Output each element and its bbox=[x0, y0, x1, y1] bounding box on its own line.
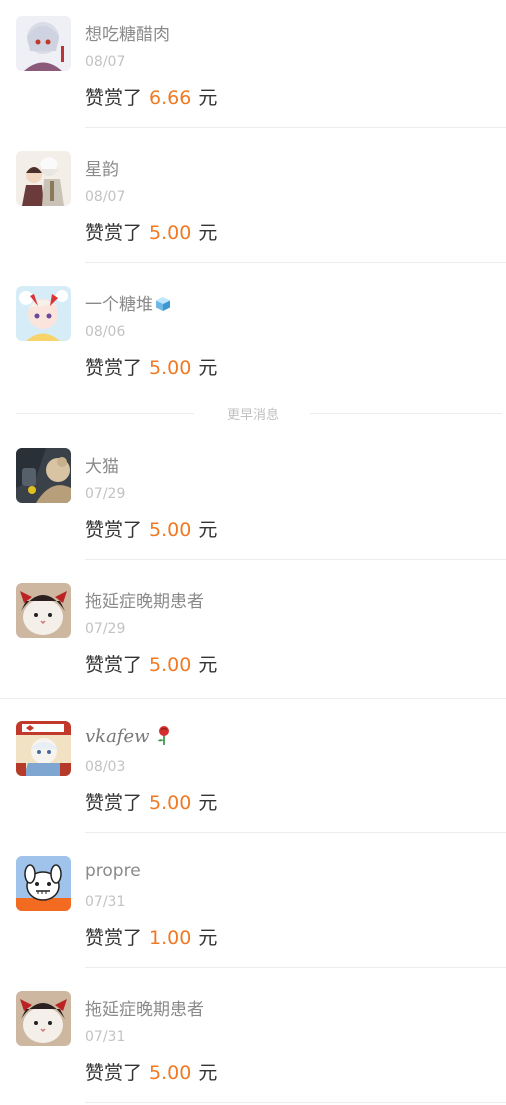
divider bbox=[85, 832, 506, 833]
reward-text: 赞赏了 5.00 元 bbox=[85, 353, 217, 380]
divider bbox=[85, 127, 506, 128]
user-avatar[interactable] bbox=[16, 286, 71, 341]
reward-amount: 5.00 bbox=[149, 654, 192, 676]
reward-text: 赞赏了 5.00 元 bbox=[85, 788, 217, 815]
separator-line-right bbox=[310, 413, 502, 414]
user-avatar[interactable] bbox=[16, 856, 71, 911]
ice-cube-emoji-icon bbox=[156, 297, 170, 311]
reward-text: 赞赏了 5.00 元 bbox=[85, 218, 217, 245]
reward-suffix: 元 bbox=[198, 87, 218, 109]
reward-date: 07/29 bbox=[85, 486, 126, 502]
user-name-text: 一个糖堆 bbox=[85, 295, 153, 315]
reward-prefix: 赞赏了 bbox=[85, 927, 143, 949]
earlier-messages-separator: 更早消息 bbox=[0, 402, 506, 424]
user-name-text: vkafew bbox=[85, 726, 150, 747]
user-avatar[interactable] bbox=[16, 721, 71, 776]
reward-prefix: 赞赏了 bbox=[85, 87, 143, 109]
user-name[interactable]: vkafew bbox=[85, 724, 173, 747]
reward-suffix: 元 bbox=[198, 654, 218, 676]
reward-text: 赞赏了 6.66 元 bbox=[85, 83, 217, 110]
reward-date: 07/31 bbox=[85, 894, 126, 910]
user-name[interactable]: 星韵 bbox=[85, 155, 119, 180]
reward-suffix: 元 bbox=[198, 222, 218, 244]
reward-text: 赞赏了 5.00 元 bbox=[85, 650, 217, 677]
reward-suffix: 元 bbox=[198, 357, 218, 379]
reward-prefix: 赞赏了 bbox=[85, 792, 143, 814]
divider bbox=[85, 1102, 506, 1103]
reward-amount: 5.00 bbox=[149, 792, 192, 814]
reward-date: 07/31 bbox=[85, 1029, 126, 1045]
reward-date: 08/07 bbox=[85, 54, 126, 70]
reward-suffix: 元 bbox=[198, 792, 218, 814]
reward-date: 08/06 bbox=[85, 324, 126, 340]
user-name[interactable]: 大猫 bbox=[85, 452, 119, 477]
reward-date: 07/29 bbox=[85, 621, 126, 637]
reward-amount: 6.66 bbox=[149, 87, 192, 109]
user-name[interactable]: 想吃糖醋肉 bbox=[85, 20, 170, 45]
reward-suffix: 元 bbox=[198, 1062, 218, 1084]
user-name[interactable]: 拖延症晚期患者 bbox=[85, 587, 204, 612]
rose-emoji-icon bbox=[157, 726, 169, 745]
reward-text: 赞赏了 1.00 元 bbox=[85, 923, 217, 950]
reward-amount: 1.00 bbox=[149, 927, 192, 949]
divider bbox=[85, 559, 506, 560]
divider bbox=[85, 967, 506, 968]
user-avatar[interactable] bbox=[16, 151, 71, 206]
user-name[interactable]: 一个糖堆 bbox=[85, 290, 171, 315]
reward-amount: 5.00 bbox=[149, 519, 192, 541]
user-name[interactable]: propre bbox=[85, 861, 141, 881]
section-divider bbox=[0, 698, 506, 699]
reward-date: 08/07 bbox=[85, 189, 126, 205]
reward-text: 赞赏了 5.00 元 bbox=[85, 1058, 217, 1085]
reward-amount: 5.00 bbox=[149, 222, 192, 244]
reward-prefix: 赞赏了 bbox=[85, 222, 143, 244]
reward-prefix: 赞赏了 bbox=[85, 654, 143, 676]
reward-date: 08/03 bbox=[85, 759, 126, 775]
divider bbox=[85, 262, 506, 263]
reward-amount: 5.00 bbox=[149, 1062, 192, 1084]
reward-amount: 5.00 bbox=[149, 357, 192, 379]
reward-prefix: 赞赏了 bbox=[85, 357, 143, 379]
reward-suffix: 元 bbox=[198, 927, 218, 949]
user-avatar[interactable] bbox=[16, 16, 71, 71]
user-avatar[interactable] bbox=[16, 448, 71, 503]
user-avatar[interactable] bbox=[16, 991, 71, 1046]
user-name[interactable]: 拖延症晚期患者 bbox=[85, 995, 204, 1020]
reward-prefix: 赞赏了 bbox=[85, 1062, 143, 1084]
reward-suffix: 元 bbox=[198, 519, 218, 541]
reward-text: 赞赏了 5.00 元 bbox=[85, 515, 217, 542]
user-avatar[interactable] bbox=[16, 583, 71, 638]
reward-prefix: 赞赏了 bbox=[85, 519, 143, 541]
